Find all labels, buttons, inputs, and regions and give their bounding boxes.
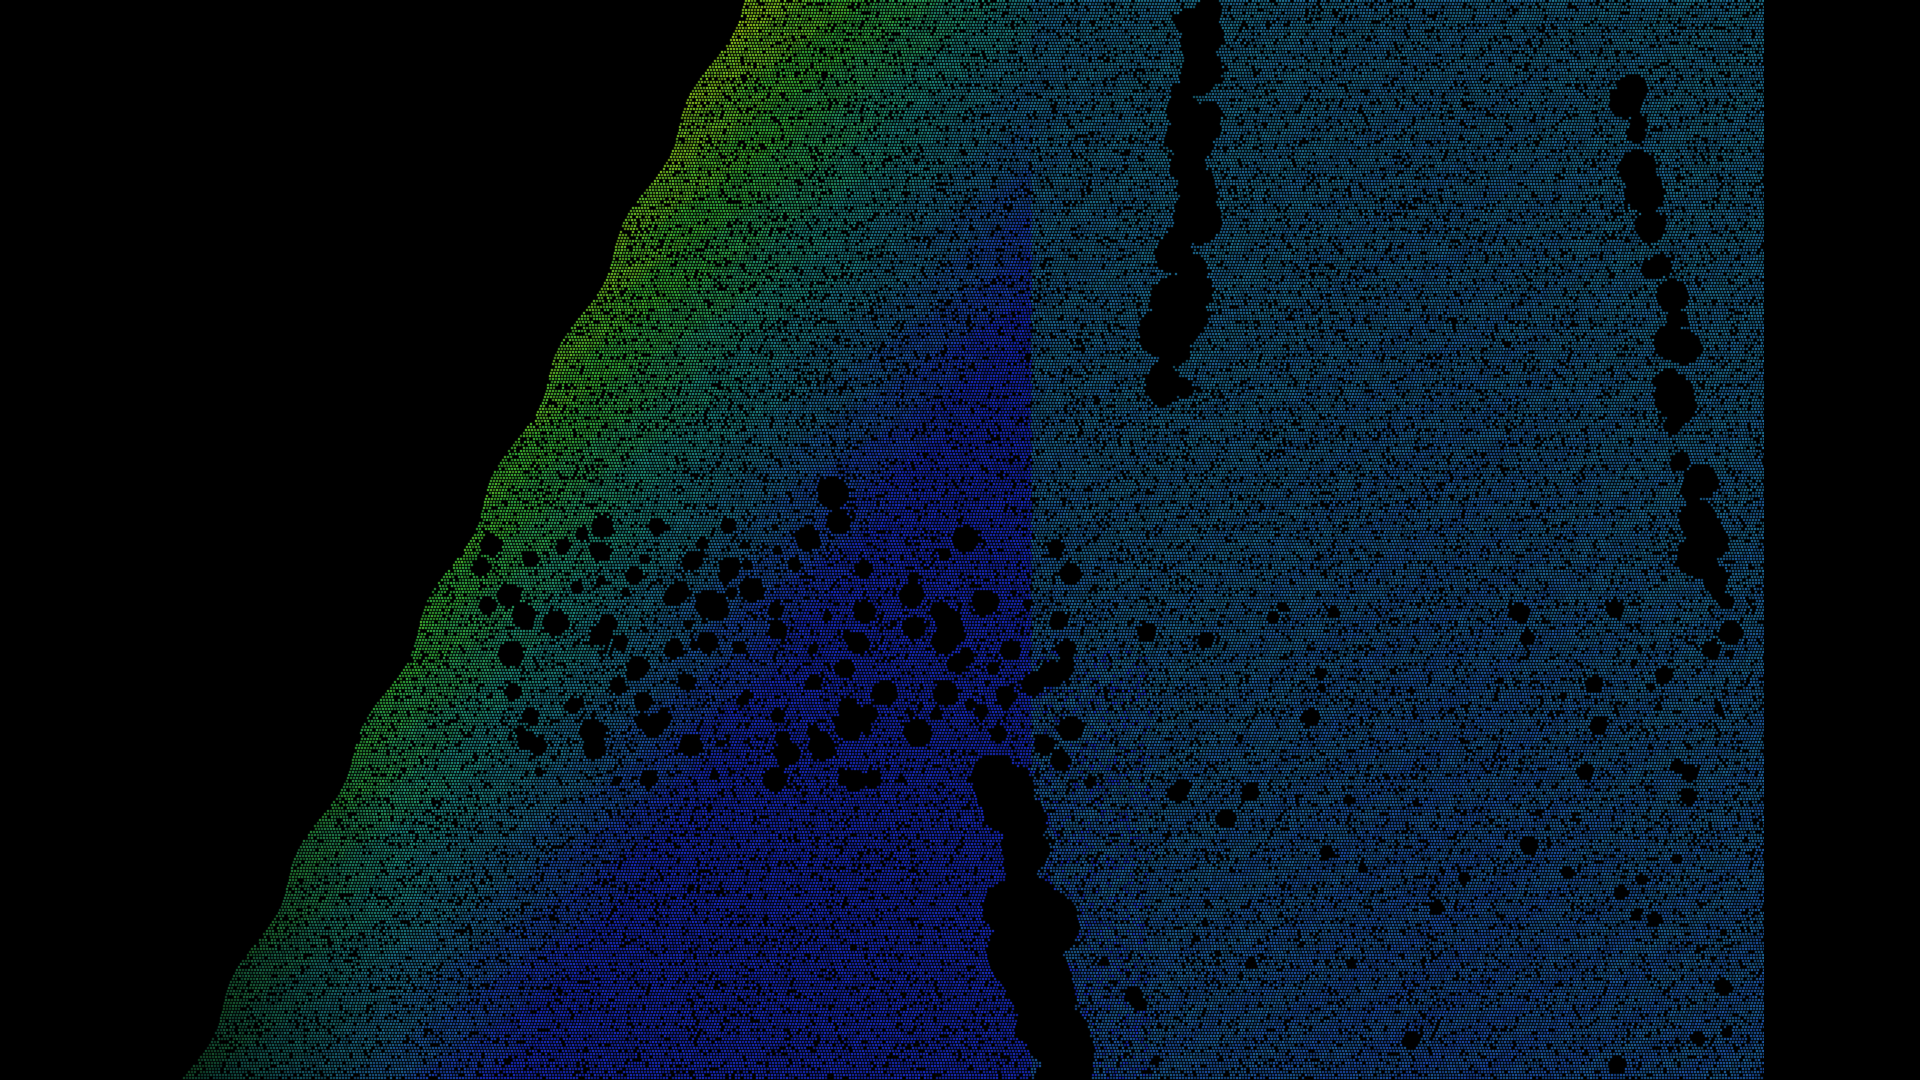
point-cloud-render[interactable]	[0, 0, 1920, 1080]
point-cloud-viewport[interactable]	[0, 0, 1920, 1080]
letterbox-bar	[1764, 0, 1920, 1080]
